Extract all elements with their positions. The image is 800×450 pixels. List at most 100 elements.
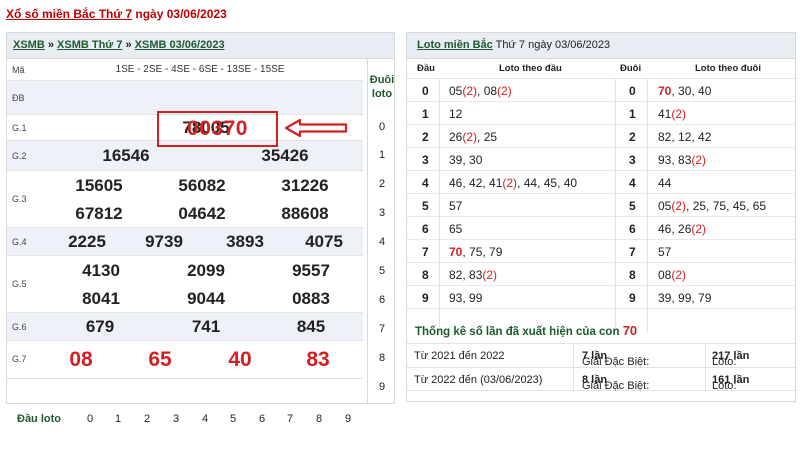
duoi-digit: 1 (629, 107, 636, 121)
prize-number: 2225 (68, 232, 106, 251)
prize-row-g6: G.6 679 741 845 (7, 313, 363, 341)
loto-theo-dau-values: 82, 83(2) (449, 268, 498, 282)
loto-theo-dau-values: 26(2), 25 (449, 130, 498, 144)
loto-theo-duoi-values: 46, 26(2) (658, 222, 707, 236)
duoi-digit[interactable]: 2 (368, 178, 396, 190)
stats-period: Từ 2022 đến (03/06/2023) (414, 374, 543, 386)
dau-loto-row: Đầu loto 0 1 2 3 4 5 6 7 8 9 (7, 405, 363, 435)
prize-number: 8041 (82, 289, 120, 308)
duoi-digit[interactable]: 5 (368, 265, 396, 277)
prize-number: 31226 (281, 176, 329, 195)
loto-theo-duoi-values: 57 (658, 245, 672, 259)
loto-theo-dau-values: 12 (449, 107, 463, 121)
loto-theo-duoi-values: 08(2) (658, 268, 687, 282)
loto-theo-dau-values: 39, 30 (449, 153, 483, 167)
duoi-digit[interactable]: 1 (368, 149, 396, 161)
dau-digit[interactable]: 5 (230, 413, 236, 425)
loto-row: 0 05(2), 08(2) 0 70, 30, 40 (407, 79, 795, 102)
loto-theo-dau-values: 46, 42, 41(2), 44, 45, 40 (449, 176, 578, 190)
duoi-digit[interactable]: 0 (368, 121, 396, 133)
dau-loto-label: Đầu loto (17, 413, 61, 425)
loto-row: 7 70, 75, 79 7 57 (407, 240, 795, 263)
loto-row: 5 57 5 05(2), 25, 75, 45, 65 (407, 194, 795, 217)
prize-number: 67812 (75, 204, 123, 223)
prize-number: 3893 (226, 232, 264, 251)
dau-digit[interactable]: 1 (115, 413, 121, 425)
prize-label: G.3 (12, 194, 27, 204)
duoi-digit[interactable]: 6 (368, 294, 396, 306)
prize-label: ĐB (12, 93, 25, 103)
page-title-date: 03/06/2023 (166, 7, 227, 21)
loto-theo-dau-values: 05(2), 08(2) (449, 84, 512, 98)
page-title-link[interactable]: Xổ số miền Bắc Thứ 7 (6, 7, 132, 21)
prize-number: 9739 (145, 232, 183, 251)
dau-digit[interactable]: 3 (173, 413, 179, 425)
dau-digit[interactable]: 7 (287, 413, 293, 425)
duoi-digit: 6 (629, 222, 636, 236)
loto-theo-dau-values: 65 (449, 222, 463, 236)
dau-digit[interactable]: 6 (259, 413, 265, 425)
stats-title: Thống kê số lần đã xuất hiện của con 70 (415, 323, 638, 338)
column-divider (647, 79, 648, 332)
loto-theo-duoi-values: 93, 83(2) (658, 153, 707, 167)
prize-number: 9557 (292, 261, 330, 280)
page-frame: Xổ số miền Bắc Thứ 7 ngày 03/06/2023 XSM… (0, 0, 800, 450)
loto-theo-duoi-values: 70, 30, 40 (658, 84, 712, 98)
stats-gdb: Giải Đặc Biệt: 7 lần (582, 350, 650, 368)
breadcrumb: XSMB » XSMB Thứ 7 » XSMB 03/06/2023 (7, 33, 394, 59)
dau-digit: 4 (422, 176, 429, 190)
prize-label: G.7 (12, 354, 27, 364)
prize-row-g5: G.5 4130 2099 9557 8041 9044 0883 (7, 256, 363, 313)
loto-panel: Loto miền Bắc Thứ 7 ngày 03/06/2023 Đầu … (406, 32, 796, 402)
special-prize-highlight: 00370 (157, 111, 278, 147)
dau-digit: 8 (422, 268, 429, 282)
duoi-digit[interactable]: 3 (368, 207, 396, 219)
breadcrumb-xsmb[interactable]: XSMB (13, 39, 45, 51)
dau-digit[interactable]: 8 (316, 413, 322, 425)
duoi-digit[interactable]: 7 (368, 323, 396, 335)
loto-theo-duoi-values: 05(2), 25, 75, 45, 65 (658, 199, 767, 213)
dau-digit[interactable]: 0 (87, 413, 93, 425)
column-divider (439, 79, 440, 332)
loto-theo-dau-values: 93, 99 (449, 291, 483, 305)
loto-theo-duoi-values: 41(2) (658, 107, 687, 121)
stats-period: Từ 2021 đến 2022 (414, 350, 505, 362)
breadcrumb-xsmb-thu7[interactable]: XSMB Thứ 7 (57, 39, 122, 51)
ma-row: Mã 1SE - 2SE - 4SE - 6SE - 13SE - 15SE (7, 59, 363, 81)
col-loto-theo-dau: Loto theo đầu (499, 63, 562, 74)
prize-number: 741 (191, 317, 221, 336)
prize-number: 08 (69, 348, 93, 371)
loto-theo-dau-values: 57 (449, 199, 463, 213)
prize-label: G.5 (12, 279, 27, 289)
loto-mien-bac-link[interactable]: Loto miền Bắc (417, 39, 493, 51)
duoi-digit: 2 (629, 130, 636, 144)
dau-digit: 5 (422, 199, 429, 213)
prize-number: 56082 (178, 176, 226, 195)
dau-digit[interactable]: 4 (202, 413, 208, 425)
dau-digit[interactable]: 2 (144, 413, 150, 425)
col-loto-theo-duoi: Loto theo đuôi (695, 63, 761, 74)
dau-digit: 1 (422, 107, 429, 121)
duoi-digit: 0 (629, 84, 636, 98)
prize-label: G.2 (12, 151, 27, 161)
dau-digit: 6 (422, 222, 429, 236)
stats-row: Từ 2022 đến (03/06/2023) Giải Đặc Biệt: … (407, 367, 795, 392)
loto-row: 8 82, 83(2) 8 08(2) (407, 263, 795, 286)
duoi-digit: 9 (629, 291, 636, 305)
loto-row: 2 26(2), 25 2 82, 12, 42 (407, 125, 795, 148)
prize-row-db: ĐB (7, 81, 363, 115)
stats-row: Từ 2021 đến 2022 Giải Đặc Biệt: 7 lần Lo… (407, 343, 795, 368)
loto-theo-duoi-values: 39, 99, 79 (658, 291, 712, 305)
loto-row: 6 65 6 46, 26(2) (407, 217, 795, 240)
loto-theo-dau-values: 70, 75, 79 (449, 245, 503, 259)
breadcrumb-xsmb-date[interactable]: XSMB 03/06/2023 (135, 39, 225, 51)
duoi-digit[interactable]: 9 (368, 381, 396, 393)
prize-number: 679 (85, 317, 115, 336)
dau-digit: 0 (422, 84, 429, 98)
prize-label: G.1 (12, 123, 27, 133)
dau-digit[interactable]: 9 (345, 413, 351, 425)
loto-table-header: Đầu Loto theo đầu Đuôi Loto theo đuôi (407, 59, 795, 79)
duoi-digit[interactable]: 4 (368, 236, 396, 248)
duoi-digit[interactable]: 8 (368, 352, 396, 364)
dau-digit: 7 (422, 245, 429, 259)
